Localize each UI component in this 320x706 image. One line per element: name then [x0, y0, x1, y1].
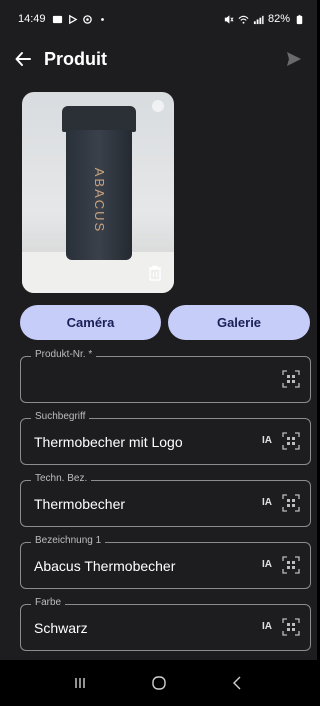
- product-photo[interactable]: ABACUS: [22, 92, 174, 293]
- home-icon: [151, 676, 166, 690]
- field-label: Techn. Bez.: [31, 473, 92, 484]
- battery-icon: [296, 14, 303, 24]
- play-icon: [68, 14, 77, 24]
- ia-button[interactable]: IA: [262, 435, 272, 446]
- camera-button[interactable]: Caméra: [20, 305, 161, 340]
- notification-icons: [52, 14, 108, 25]
- scan-icon[interactable]: [282, 494, 300, 512]
- field-value: Abacus Thermobecher: [34, 558, 176, 574]
- field-value: Thermobecher: [34, 496, 126, 512]
- system-nav-bar: [0, 660, 317, 706]
- back-button[interactable]: [12, 48, 34, 70]
- field-value: Schwarz: [34, 620, 88, 636]
- ia-button[interactable]: IA: [262, 497, 272, 508]
- app-bar: Produit: [0, 38, 317, 80]
- notification-icon: [52, 15, 62, 23]
- chevron-left-icon: [232, 676, 240, 690]
- scan-icon[interactable]: [282, 370, 300, 388]
- scan-icon[interactable]: [282, 432, 300, 450]
- location-icon: [82, 14, 92, 24]
- arrow-left-icon: [15, 52, 31, 66]
- field-label: Suchbegriff: [31, 411, 90, 422]
- field-value: Thermobecher mit Logo: [34, 434, 183, 450]
- field-description-1[interactable]: Bezeichnung 1 Abacus Thermobecher IA: [20, 535, 311, 589]
- field-color[interactable]: Farbe Schwarz IA: [20, 597, 311, 651]
- recent-apps-icon: [74, 678, 85, 688]
- scan-icon[interactable]: [282, 618, 300, 636]
- recent-apps-button[interactable]: [68, 671, 92, 695]
- ia-button[interactable]: IA: [262, 559, 272, 570]
- field-technical-name[interactable]: Techn. Bez. Thermobecher IA: [20, 473, 311, 527]
- trash-icon[interactable]: [148, 265, 162, 281]
- battery-percentage: 82%: [267, 13, 290, 25]
- photo-cup-lid: [62, 106, 136, 132]
- photo-cup-logo: ABACUS: [80, 152, 120, 248]
- product-form: ABACUS Caméra Galerie Produkt-Nr. * Such…: [0, 80, 317, 660]
- scan-icon[interactable]: [282, 556, 300, 574]
- field-label: Bezeichnung 1: [31, 535, 106, 546]
- gallery-button[interactable]: Galerie: [168, 305, 310, 340]
- logo-text: ABACUS: [92, 167, 108, 233]
- signal-icon: [253, 15, 264, 24]
- field-label: Produkt-Nr. *: [31, 349, 97, 360]
- dot-icon: [100, 17, 104, 21]
- field-product-number[interactable]: Produkt-Nr. *: [20, 349, 311, 403]
- back-nav-button[interactable]: [226, 671, 250, 695]
- system-icons: 82%: [223, 13, 305, 25]
- send-icon: [287, 52, 301, 66]
- wifi-icon: [238, 15, 249, 24]
- send-button[interactable]: [283, 48, 305, 70]
- field-label: Farbe: [31, 597, 66, 608]
- page-title: Produit: [44, 48, 107, 69]
- home-button[interactable]: [147, 671, 171, 695]
- status-bar: 14:49 82%: [0, 0, 317, 38]
- photo-select-button[interactable]: [152, 100, 164, 112]
- field-search-term[interactable]: Suchbegriff Thermobecher mit Logo IA: [20, 411, 311, 465]
- ia-button[interactable]: IA: [262, 621, 272, 632]
- mute-icon: [224, 14, 234, 24]
- status-time: 14:49: [18, 13, 46, 25]
